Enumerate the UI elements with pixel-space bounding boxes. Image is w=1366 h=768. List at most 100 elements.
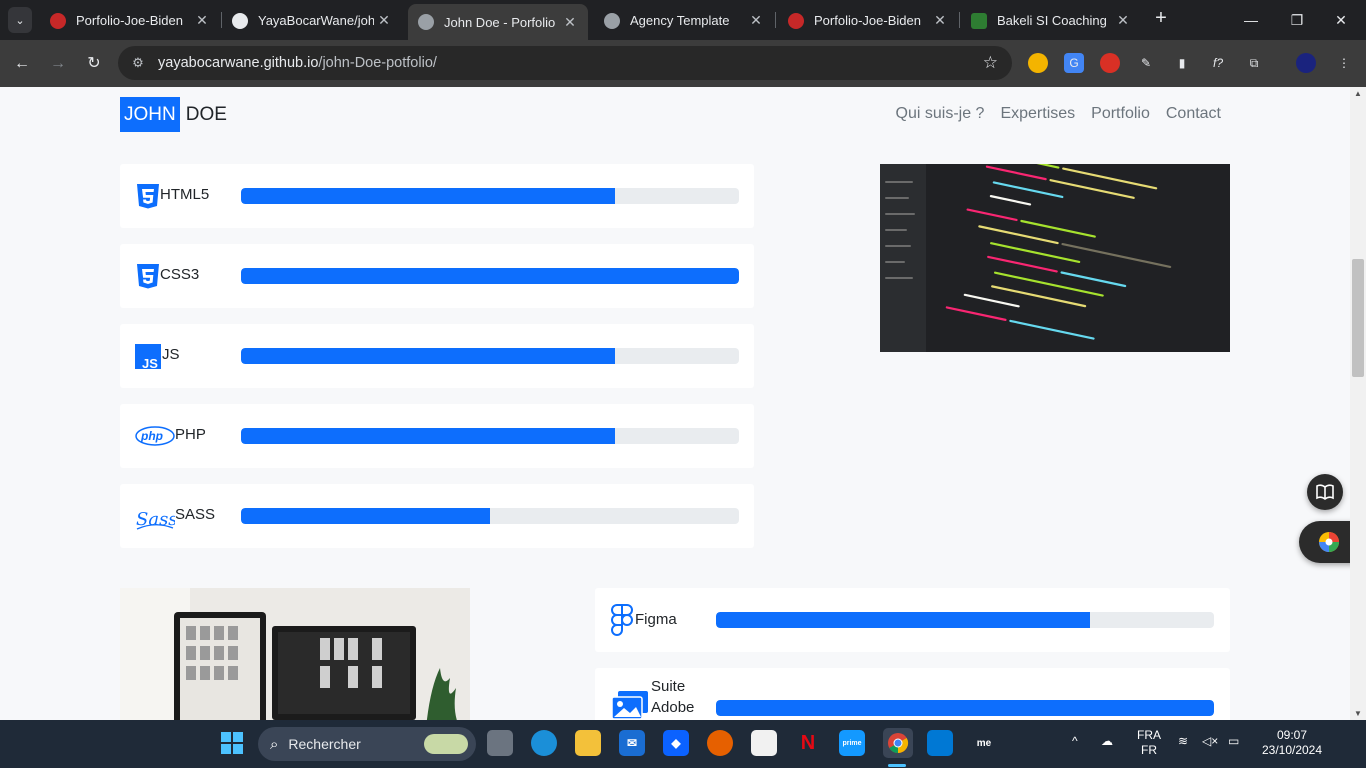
html5-icon <box>137 184 159 209</box>
skill-label: HTML5 <box>160 186 210 203</box>
skill-progress-track <box>241 348 739 364</box>
skill-progress-fill <box>241 428 615 444</box>
color-wheel-icon <box>1319 532 1339 552</box>
figma-icon <box>611 604 633 636</box>
mail-icon[interactable]: ✉ <box>619 730 645 756</box>
extension-floating-button[interactable] <box>1299 521 1350 563</box>
tab-porfolio-joe-biden-1[interactable]: Porfolio-Joe-Biden ✕ <box>40 5 220 36</box>
close-icon[interactable]: ✕ <box>746 12 766 29</box>
skill-progress-fill <box>241 348 615 364</box>
url-text: yayabocarwane.github.io/john-Doe-potfoli… <box>158 55 437 71</box>
site-info-icon[interactable]: ⚙ <box>128 55 148 71</box>
css3-icon <box>137 264 159 289</box>
site-header: JOHN DOE Qui suis-je ? Expertises Portfo… <box>0 87 1350 144</box>
page-scrollbar[interactable]: ▲ ▼ <box>1350 87 1366 720</box>
skill-label: Figma <box>635 611 677 628</box>
eyedropper-icon[interactable]: ✎ <box>1136 53 1156 73</box>
skill-label: PHP <box>175 426 206 443</box>
red-app-icon <box>50 12 66 29</box>
profile-avatar[interactable] <box>1296 53 1316 73</box>
volume-muted-icon[interactable]: ◁× <box>1202 734 1218 749</box>
code-editor-image <box>880 164 1230 352</box>
prime-video-icon[interactable]: prime <box>839 730 865 756</box>
red-app-icon <box>788 12 804 29</box>
sass-icon: Sass <box>136 509 175 530</box>
nav-link-expertises[interactable]: Expertises <box>1000 105 1075 123</box>
close-window-icon[interactable]: ✕ <box>1326 8 1356 32</box>
battery-icon[interactable]: ▭ <box>1228 734 1239 749</box>
chrome-icon[interactable] <box>883 728 913 758</box>
clock[interactable]: 09:07 23/10/2024 <box>1258 728 1326 758</box>
google-translate-icon[interactable]: G <box>1064 53 1084 73</box>
store-icon[interactable] <box>751 730 777 756</box>
restore-icon[interactable]: ❐ <box>1282 8 1312 32</box>
close-icon[interactable]: ✕ <box>192 12 212 29</box>
forward-arrow-icon[interactable]: → <box>46 52 70 76</box>
tab-title: Agency Template <box>630 13 730 28</box>
scroll-down-icon[interactable]: ▼ <box>1354 709 1362 718</box>
clock-time: 09:07 <box>1276 728 1308 742</box>
skill-card-sass: Sass SASS <box>120 484 754 548</box>
tab-separator <box>775 12 776 28</box>
nav-link-about[interactable]: Qui suis-je ? <box>896 105 985 123</box>
vscode-icon[interactable] <box>927 730 953 756</box>
task-view-icon[interactable] <box>487 730 513 756</box>
nav-link-portfolio[interactable]: Portfolio <box>1091 105 1150 123</box>
netflix-icon[interactable]: N <box>795 730 821 756</box>
bookmark-star-icon[interactable]: ☆ <box>983 53 998 73</box>
brand-rest: DOE <box>185 103 227 125</box>
extension-doc-icon[interactable]: ▮ <box>1172 53 1192 73</box>
tab-title: Porfolio-Joe-Biden <box>76 13 183 28</box>
extension-chrome-icon[interactable] <box>1028 53 1048 73</box>
dropbox-icon[interactable]: ◆ <box>663 730 689 756</box>
nav-link-contact[interactable]: Contact <box>1166 105 1221 123</box>
tab-github-repo[interactable]: YayaBocarWane/john ✕ <box>222 5 402 36</box>
language-code: FRA <box>1137 728 1161 742</box>
wifi-icon[interactable]: ≋ <box>1178 734 1188 749</box>
reading-mode-button[interactable] <box>1307 474 1343 510</box>
file-explorer-icon[interactable] <box>575 730 601 756</box>
language-indicator[interactable]: FRA FR <box>1132 728 1166 758</box>
close-icon[interactable]: ✕ <box>560 14 580 31</box>
skill-progress-fill <box>716 612 1090 628</box>
font-extension-icon[interactable]: f? <box>1208 53 1228 73</box>
windows-taskbar: ⌕ Rechercher ✉ ◆ N prime me ^ ☁ FRA FR ≋… <box>0 720 1366 768</box>
skill-label: SASS <box>175 506 216 523</box>
browser-tab-strip: ⌄ Porfolio-Joe-Biden ✕ YayaBocarWane/joh… <box>0 0 1366 40</box>
tab-agency-template[interactable]: Agency Template ✕ <box>594 5 774 36</box>
tab-bakeli-coaching[interactable]: Bakeli SI Coaching ✕ <box>961 5 1141 36</box>
new-tab-button[interactable]: + <box>1150 8 1172 30</box>
tab-search-button[interactable]: ⌄ <box>8 7 32 33</box>
tab-title: Porfolio-Joe-Biden <box>814 13 921 28</box>
tray-chevron-icon[interactable]: ^ <box>1072 734 1078 749</box>
skill-progress-fill <box>241 188 615 204</box>
adobe-suite-icon <box>611 691 648 720</box>
address-bar[interactable]: ⚙ yayabocarwane.github.io/john-Doe-potfo… <box>118 46 1012 80</box>
windows-start-icon[interactable] <box>219 730 245 756</box>
onedrive-icon[interactable]: ☁ <box>1101 734 1113 749</box>
firefox-icon[interactable] <box>707 730 733 756</box>
minimize-icon[interactable]: — <box>1236 8 1266 32</box>
close-icon[interactable]: ✕ <box>374 12 394 29</box>
scrollbar-thumb[interactable] <box>1352 259 1364 377</box>
taskbar-search[interactable]: ⌕ Rechercher <box>258 727 476 761</box>
scroll-up-icon[interactable]: ▲ <box>1354 89 1362 98</box>
reload-icon[interactable]: ↻ <box>82 52 106 76</box>
skill-label: JS <box>162 346 180 363</box>
edge-icon[interactable] <box>531 730 557 756</box>
extension-hand-icon[interactable] <box>1100 53 1120 73</box>
search-icon: ⌕ <box>270 735 279 753</box>
skill-label: Suite Adobe <box>651 678 695 716</box>
skill-card-php: php PHP <box>120 404 754 468</box>
app-tne-icon[interactable]: me <box>971 730 997 756</box>
extensions-puzzle-icon[interactable]: ⧉ <box>1244 53 1264 73</box>
brand-logo[interactable]: JOHN DOE <box>120 97 227 132</box>
back-arrow-icon[interactable]: ← <box>10 52 34 76</box>
tab-porfolio-joe-biden-2[interactable]: Porfolio-Joe-Biden ✕ <box>778 5 958 36</box>
close-icon[interactable]: ✕ <box>1113 12 1133 29</box>
tab-john-doe-portfolio[interactable]: John Doe - Porfolio ✕ <box>408 4 588 40</box>
menu-dots-icon[interactable]: ⋮ <box>1334 53 1354 73</box>
close-icon[interactable]: ✕ <box>930 12 950 29</box>
svg-text:php: php <box>140 429 163 443</box>
globe-icon <box>604 12 620 29</box>
